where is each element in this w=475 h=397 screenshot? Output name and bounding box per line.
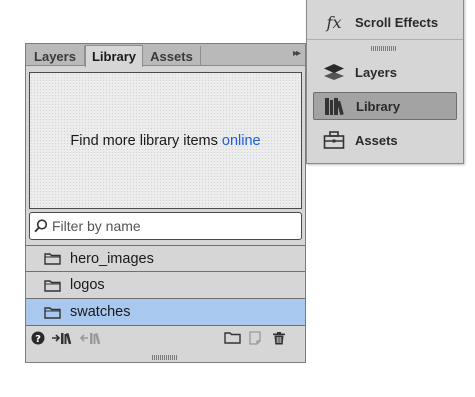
- folder-icon: [44, 306, 61, 319]
- tab-layers[interactable]: Layers: [26, 46, 85, 66]
- menu-item-label: Assets: [355, 132, 398, 148]
- fx-icon: fx: [326, 12, 342, 32]
- panel-resize-grip[interactable]: [152, 355, 178, 360]
- panel-bottom-toolbar: ?: [26, 329, 305, 349]
- folder-name: hero_images: [70, 250, 154, 267]
- menu-item-assets[interactable]: Assets: [313, 126, 457, 154]
- briefcase-icon: [321, 130, 347, 150]
- folder-icon: [44, 252, 61, 265]
- tab-library[interactable]: Library: [85, 45, 143, 67]
- online-link[interactable]: online: [222, 133, 261, 149]
- menu-item-scroll-effects[interactable]: fx Scroll Effects: [313, 8, 457, 36]
- menu-item-label: Layers: [355, 64, 397, 80]
- svg-text:?: ?: [35, 334, 41, 345]
- new-folder-icon[interactable]: [224, 331, 241, 344]
- layers-icon: [321, 62, 347, 82]
- tab-assets[interactable]: Assets: [143, 46, 201, 66]
- menu-grip-handle[interactable]: [371, 46, 397, 51]
- help-icon[interactable]: ?: [31, 331, 45, 345]
- menu-item-layers[interactable]: Layers: [313, 58, 457, 86]
- trash-icon[interactable]: [272, 331, 286, 345]
- panel-menu: fx Scroll Effects Layers Library Assets: [306, 0, 464, 164]
- library-panel: Layers Library Assets ▸▸ Find more libra…: [25, 43, 306, 363]
- import-icon[interactable]: [51, 331, 73, 345]
- panel-tab-bar: Layers Library Assets ▸▸: [26, 44, 305, 67]
- folder-list: hero_images logos swatches: [26, 245, 305, 326]
- list-item-logos[interactable]: logos: [26, 272, 305, 299]
- search-icon: [30, 219, 52, 233]
- library-icon: [322, 96, 348, 116]
- export-icon: [80, 331, 102, 345]
- preview-text: Find more library items: [70, 132, 218, 149]
- menu-item-library[interactable]: Library: [313, 92, 457, 120]
- menu-divider: [307, 39, 463, 40]
- folder-name: swatches: [70, 304, 131, 320]
- folder-name: logos: [70, 277, 105, 293]
- list-item-hero-images[interactable]: hero_images: [26, 245, 305, 272]
- library-preview-area: Find more library items online: [29, 72, 302, 209]
- menu-item-label: Library: [356, 98, 401, 114]
- menu-item-label: Scroll Effects: [355, 14, 439, 30]
- filter-input[interactable]: [52, 214, 301, 238]
- new-item-icon: [248, 331, 262, 345]
- filter-field[interactable]: [29, 212, 302, 240]
- collapse-panel-icon[interactable]: ▸▸: [293, 48, 301, 59]
- folder-icon: [44, 279, 61, 292]
- list-item-swatches[interactable]: swatches: [26, 299, 305, 326]
